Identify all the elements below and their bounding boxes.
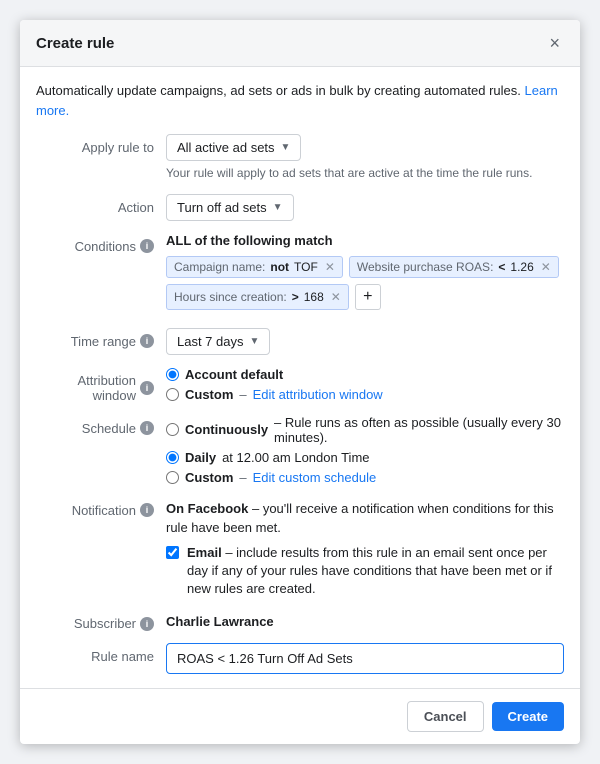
schedule-daily-desc: at 12.00 am London Time [222,450,369,465]
remove-tag-hours[interactable]: ✕ [331,290,341,304]
schedule-continuously-row: Continuously – Rule runs as often as pos… [166,415,564,445]
schedule-continuously-label: Continuously [185,422,268,437]
edit-custom-schedule-link[interactable]: Edit custom schedule [253,470,377,485]
modal-header: Create rule × [20,20,580,67]
edit-attribution-link[interactable]: Edit attribution window [253,387,383,402]
schedule-daily-label: Daily [185,450,216,465]
time-range-content: Last 7 days ▼ [166,328,564,355]
schedule-custom-label: Custom [185,470,233,485]
create-rule-modal: Create rule × Automatically update campa… [20,20,580,744]
apply-rule-arrow-icon: ▼ [281,142,291,153]
notification-main-text: On Facebook – you'll receive a notificat… [166,499,564,538]
schedule-daily-row: Daily at 12.00 am London Time [166,450,564,465]
apply-rule-helper: Your rule will apply to ad sets that are… [166,165,564,182]
schedule-row: Schedule i Continuously – Rule runs as o… [36,415,564,485]
time-range-dropdown[interactable]: Last 7 days ▼ [166,328,270,355]
condition-tag-roas: Website purchase ROAS: < 1.26 ✕ [349,256,559,278]
attribution-content: Account default Custom – Edit attributio… [166,367,564,402]
remove-tag-roas[interactable]: ✕ [541,260,551,274]
action-dropdown[interactable]: Turn off ad sets ▼ [166,194,294,221]
rule-name-row: Rule name [36,643,564,674]
attribution-account-default-label: Account default [185,367,283,382]
notification-label: Notification i [36,497,166,518]
time-range-label: Time range i [36,328,166,349]
conditions-header: ALL of the following match [166,233,564,248]
close-button[interactable]: × [545,32,564,54]
subscriber-info-icon: i [140,617,154,631]
attribution-custom-label: Custom [185,387,233,402]
rule-name-input[interactable] [166,643,564,674]
notification-section: On Facebook – you'll receive a notificat… [166,497,564,599]
conditions-label: Conditions i [36,233,166,254]
notification-email-row: Email – include results from this rule i… [166,544,564,599]
schedule-daily-radio[interactable] [166,451,179,464]
condition-tags-row2: Hours since creation: > 168 ✕ + [166,284,564,310]
attribution-custom-row: Custom – Edit attribution window [166,387,564,402]
schedule-content: Continuously – Rule runs as often as pos… [166,415,564,485]
schedule-label: Schedule i [36,415,166,436]
time-range-info-icon: i [140,334,154,348]
subscriber-row: Subscriber i Charlie Lawrance [36,610,564,631]
schedule-continuously-radio[interactable] [166,423,179,436]
attribution-account-default-radio[interactable] [166,368,179,381]
intro-static: Automatically update campaigns, ad sets … [36,83,521,98]
subscriber-name: Charlie Lawrance [166,610,564,629]
schedule-info-icon: i [140,421,154,435]
conditions-content: ALL of the following match Campaign name… [166,233,564,316]
add-condition-button[interactable]: + [355,284,381,310]
subscriber-content: Charlie Lawrance [166,610,564,629]
action-arrow-icon: ▼ [273,202,283,213]
action-content: Turn off ad sets ▼ [166,194,564,221]
modal-body: Automatically update campaigns, ad sets … [20,67,580,674]
apply-rule-row: Apply rule to All active ad sets ▼ Your … [36,134,564,182]
condition-tags: Campaign name: not TOF ✕ Website purchas… [166,256,564,278]
notification-bold: On Facebook [166,501,248,516]
apply-rule-label: Apply rule to [36,134,166,155]
condition-tag-campaign: Campaign name: not TOF ✕ [166,256,343,278]
time-range-inner: Last 7 days ▼ [166,328,564,355]
apply-rule-content: All active ad sets ▼ Your rule will appl… [166,134,564,182]
rule-name-content [166,643,564,674]
notification-row: Notification i On Facebook – you'll rece… [36,497,564,599]
rule-name-label: Rule name [36,643,166,664]
conditions-info-icon: i [140,239,154,253]
create-button[interactable]: Create [492,702,564,731]
notification-content: On Facebook – you'll receive a notificat… [166,497,564,599]
schedule-continuously-desc: – Rule runs as often as possible (usuall… [274,415,564,445]
intro-text: Automatically update campaigns, ad sets … [36,81,564,120]
apply-rule-dropdown[interactable]: All active ad sets ▼ [166,134,301,161]
remove-tag-campaign[interactable]: ✕ [325,260,335,274]
action-row: Action Turn off ad sets ▼ [36,194,564,221]
modal-title: Create rule [36,35,114,52]
time-range-arrow-icon: ▼ [250,336,260,347]
cancel-button[interactable]: Cancel [407,701,484,732]
notification-info-icon: i [140,503,154,517]
attribution-info-icon: i [140,381,154,395]
attribution-options: Account default Custom – Edit attributio… [166,367,564,402]
schedule-options: Continuously – Rule runs as often as pos… [166,415,564,485]
attribution-row: Attribution window i Account default Cus… [36,367,564,403]
attribution-account-default-row: Account default [166,367,564,382]
subscriber-label: Subscriber i [36,610,166,631]
time-range-row: Time range i Last 7 days ▼ [36,328,564,355]
action-label: Action [36,194,166,215]
conditions-row: Conditions i ALL of the following match … [36,233,564,316]
schedule-custom-row: Custom – Edit custom schedule [166,470,564,485]
attribution-label: Attribution window i [36,367,166,403]
attribution-custom-radio[interactable] [166,388,179,401]
condition-tag-hours: Hours since creation: > 168 ✕ [166,284,349,310]
modal-footer: Cancel Create [20,688,580,744]
schedule-custom-radio[interactable] [166,471,179,484]
notification-email-checkbox[interactable] [166,546,179,559]
notification-email-text: Email – include results from this rule i… [187,544,564,599]
